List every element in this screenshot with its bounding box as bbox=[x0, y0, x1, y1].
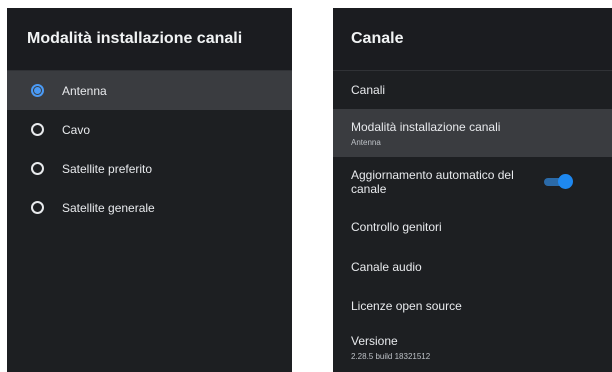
version-value: 2.28.5 build 18321512 bbox=[351, 351, 431, 361]
menu-item-label: Versione bbox=[351, 333, 398, 348]
radio-unchecked-icon bbox=[31, 201, 44, 214]
menu-item-open-source-licenses[interactable]: Licenze open source bbox=[333, 286, 612, 325]
menu-item-label: Canale audio bbox=[351, 259, 422, 274]
radio-unchecked-icon bbox=[31, 123, 44, 136]
option-cavo[interactable]: Cavo bbox=[7, 110, 292, 149]
menu-item-canali[interactable]: Canali bbox=[333, 71, 612, 109]
option-satellite-preferito[interactable]: Satellite preferito bbox=[7, 149, 292, 188]
install-mode-panel: Modalità installazione canali Antenna Ca… bbox=[7, 8, 292, 372]
menu-item-label: Aggiornamento automatico del canale bbox=[351, 168, 514, 196]
channel-title: Canale bbox=[333, 8, 612, 70]
option-satellite-generale[interactable]: Satellite generale bbox=[7, 188, 292, 227]
menu-item-value: Antenna bbox=[351, 137, 381, 147]
menu-item-label: Controllo genitori bbox=[351, 220, 442, 234]
menu-item-label: Licenze open source bbox=[351, 298, 462, 313]
option-label: Antenna bbox=[62, 83, 107, 98]
menu-item-label: Modalità installazione canali bbox=[351, 119, 501, 134]
option-antenna[interactable]: Antenna bbox=[7, 71, 292, 110]
option-label: Satellite preferito bbox=[62, 161, 153, 176]
install-mode-title: Modalità installazione canali bbox=[7, 8, 292, 70]
radio-checked-icon bbox=[31, 84, 44, 97]
radio-unchecked-icon bbox=[31, 162, 44, 175]
option-label: Satellite generale bbox=[62, 200, 155, 215]
menu-item-version[interactable]: Versione 2.28.5 build 18321512 bbox=[333, 325, 612, 369]
menu-item-label: Canali bbox=[351, 83, 386, 97]
menu-item-audio-channel[interactable]: Canale audio bbox=[333, 247, 612, 286]
toggle-thumb bbox=[558, 174, 573, 189]
menu-item-auto-update[interactable]: Aggiornamento automatico del canale bbox=[333, 157, 612, 207]
channel-settings-panel: Canale Canali Modalità installazione can… bbox=[333, 8, 612, 372]
auto-update-toggle[interactable] bbox=[544, 174, 573, 189]
option-label: Cavo bbox=[62, 122, 91, 137]
menu-item-install-mode[interactable]: Modalità installazione canali Antenna bbox=[333, 109, 612, 157]
menu-item-parental-control[interactable]: Controllo genitori bbox=[333, 207, 612, 247]
